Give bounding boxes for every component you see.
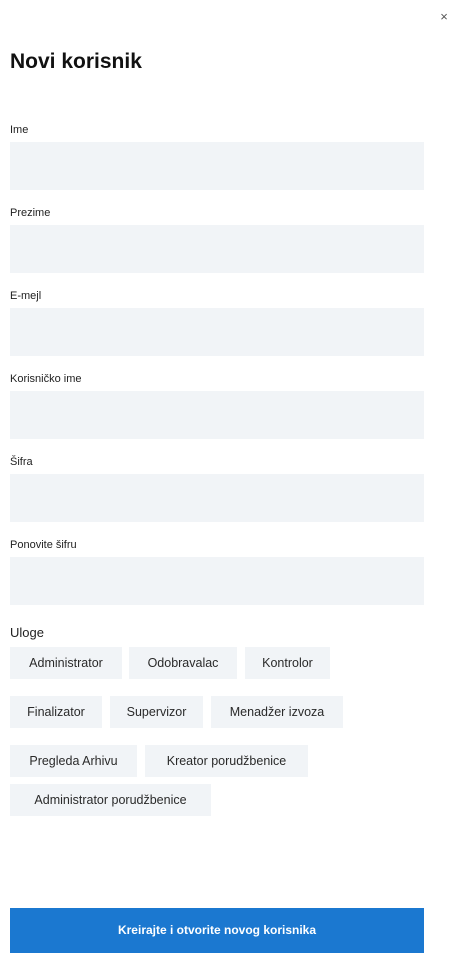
roles-label: Uloge [10,625,44,640]
password-label: Šifra [10,456,33,468]
password-field: Šifra [10,455,424,522]
page-title: Novi korisnik [10,50,142,73]
last-name-input[interactable] [10,225,424,273]
create-and-open-user-button[interactable]: Kreirajte i otvorite novog korisnika [10,908,424,953]
confirm-password-input[interactable] [10,557,424,605]
role-chip-archive-viewer[interactable]: Pregleda Arhivu [10,745,137,777]
email-field: E-mejl [10,289,424,356]
role-chip-order-administrator[interactable]: Administrator porudžbenice [10,784,211,816]
email-label: E-mejl [10,290,42,302]
username-field: Korisničko ime [10,372,424,439]
role-chip-order-creator[interactable]: Kreator porudžbenice [145,745,308,777]
role-chip-finalizer[interactable]: Finalizator [10,696,102,728]
last-name-field: Prezime [10,206,424,273]
email-input[interactable] [10,308,424,356]
role-chip-approver[interactable]: Odobravalac [129,647,237,679]
role-chip-supervisor[interactable]: Supervizor [110,696,203,728]
password-input[interactable] [10,474,424,522]
role-chip-controller[interactable]: Kontrolor [245,647,330,679]
first-name-input[interactable] [10,142,424,190]
close-icon[interactable]: × [437,10,451,24]
username-input[interactable] [10,391,424,439]
first-name-field: Ime [10,123,424,190]
first-name-label: Ime [10,124,29,136]
role-chip-administrator[interactable]: Administrator [10,647,122,679]
role-chip-export-manager[interactable]: Menadžer izvoza [211,696,343,728]
confirm-password-field: Ponovite šifru [10,538,424,605]
confirm-password-label: Ponovite šifru [10,539,77,551]
username-label: Korisničko ime [10,373,82,385]
last-name-label: Prezime [10,207,51,219]
